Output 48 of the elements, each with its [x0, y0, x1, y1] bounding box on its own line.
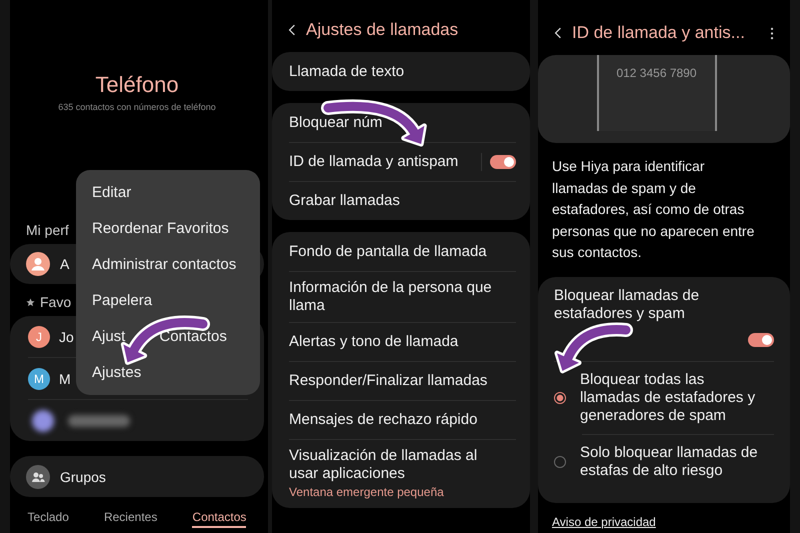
tab[interactable]: Recientes [104, 508, 158, 528]
contact-name: Jo [59, 328, 74, 344]
tab[interactable]: Contactos [192, 508, 246, 528]
toggle-switch[interactable] [748, 332, 774, 346]
contact-count: 635 contactos con números de teléfono [57, 101, 217, 114]
screen-title: Ajustes de llamadas [306, 20, 458, 40]
contact-name: M [59, 370, 71, 386]
group-icon [26, 464, 50, 488]
person-avatar-icon [26, 252, 50, 276]
back-icon[interactable] [554, 26, 562, 40]
menu-item[interactable]: Reordenar Favoritos [76, 210, 260, 246]
menu-item[interactable]: Ajust Contactos [76, 318, 260, 354]
star-icon [26, 298, 35, 306]
radio-label[interactable]: Solo bloquear llamadas de estafas de alto riesgo [580, 444, 765, 480]
settings-item[interactable]: Información de la persona que llama [289, 279, 507, 315]
toggle-switch[interactable] [490, 155, 516, 169]
section-label: Favo [40, 294, 72, 310]
radio-button[interactable] [554, 392, 566, 404]
settings-item[interactable]: ID de llamada y antispam [289, 142, 516, 181]
settings-item[interactable]: Visualización de llamadas al usar aplicaciones [289, 447, 507, 483]
radio-label[interactable]: Bloquear todas las llamadas de estafadores y generadores de spam [580, 370, 765, 424]
setting-title: Bloquear llamadas de estafadores y spam [554, 286, 700, 322]
settings-item[interactable]: Mensajes de rechazo rápido [289, 411, 478, 429]
menu-item[interactable]: Editar [76, 174, 260, 210]
settings-item[interactable]: Llamada de texto [289, 62, 404, 80]
radio-button[interactable] [554, 456, 566, 468]
settings-item[interactable]: Grabar llamadas [289, 192, 400, 210]
menu-item[interactable]: Ajustes [76, 354, 260, 390]
section-label: Mi perf [26, 222, 69, 238]
setting-summary: Ventana emergente pequeña [289, 484, 445, 501]
groups-item[interactable]: Grupos [10, 456, 264, 497]
menu-item[interactable]: Administrar contactos [76, 246, 260, 282]
contact-name: A [60, 256, 70, 272]
app-title: Teléfono [94, 71, 180, 99]
back-icon[interactable] [288, 23, 296, 37]
description-text: Use Hiya para identificar llamadas de spam y de estafadores, así como de otras personas que no aparecen entre sus contactos. [551, 157, 756, 262]
menu-item[interactable]: Papelera [76, 282, 260, 318]
tab[interactable]: Teclado [28, 508, 69, 528]
contact-avatar: M [28, 368, 50, 390]
settings-item[interactable]: Responder/Finalizar llamadas [289, 372, 488, 390]
phone-number: 012 3456 7890 [616, 66, 697, 82]
more-options-icon[interactable] [770, 26, 774, 40]
settings-item[interactable]: Fondo de pantalla de llamada [289, 242, 487, 260]
privacy-link[interactable]: Aviso de privacidad [552, 515, 656, 529]
settings-item[interactable]: Alertas y tono de llamada [289, 333, 458, 351]
screen-title: ID de llamada y antis... [572, 23, 745, 43]
settings-item[interactable]: Bloquear núm [289, 114, 382, 132]
contact-avatar: J [28, 326, 50, 348]
